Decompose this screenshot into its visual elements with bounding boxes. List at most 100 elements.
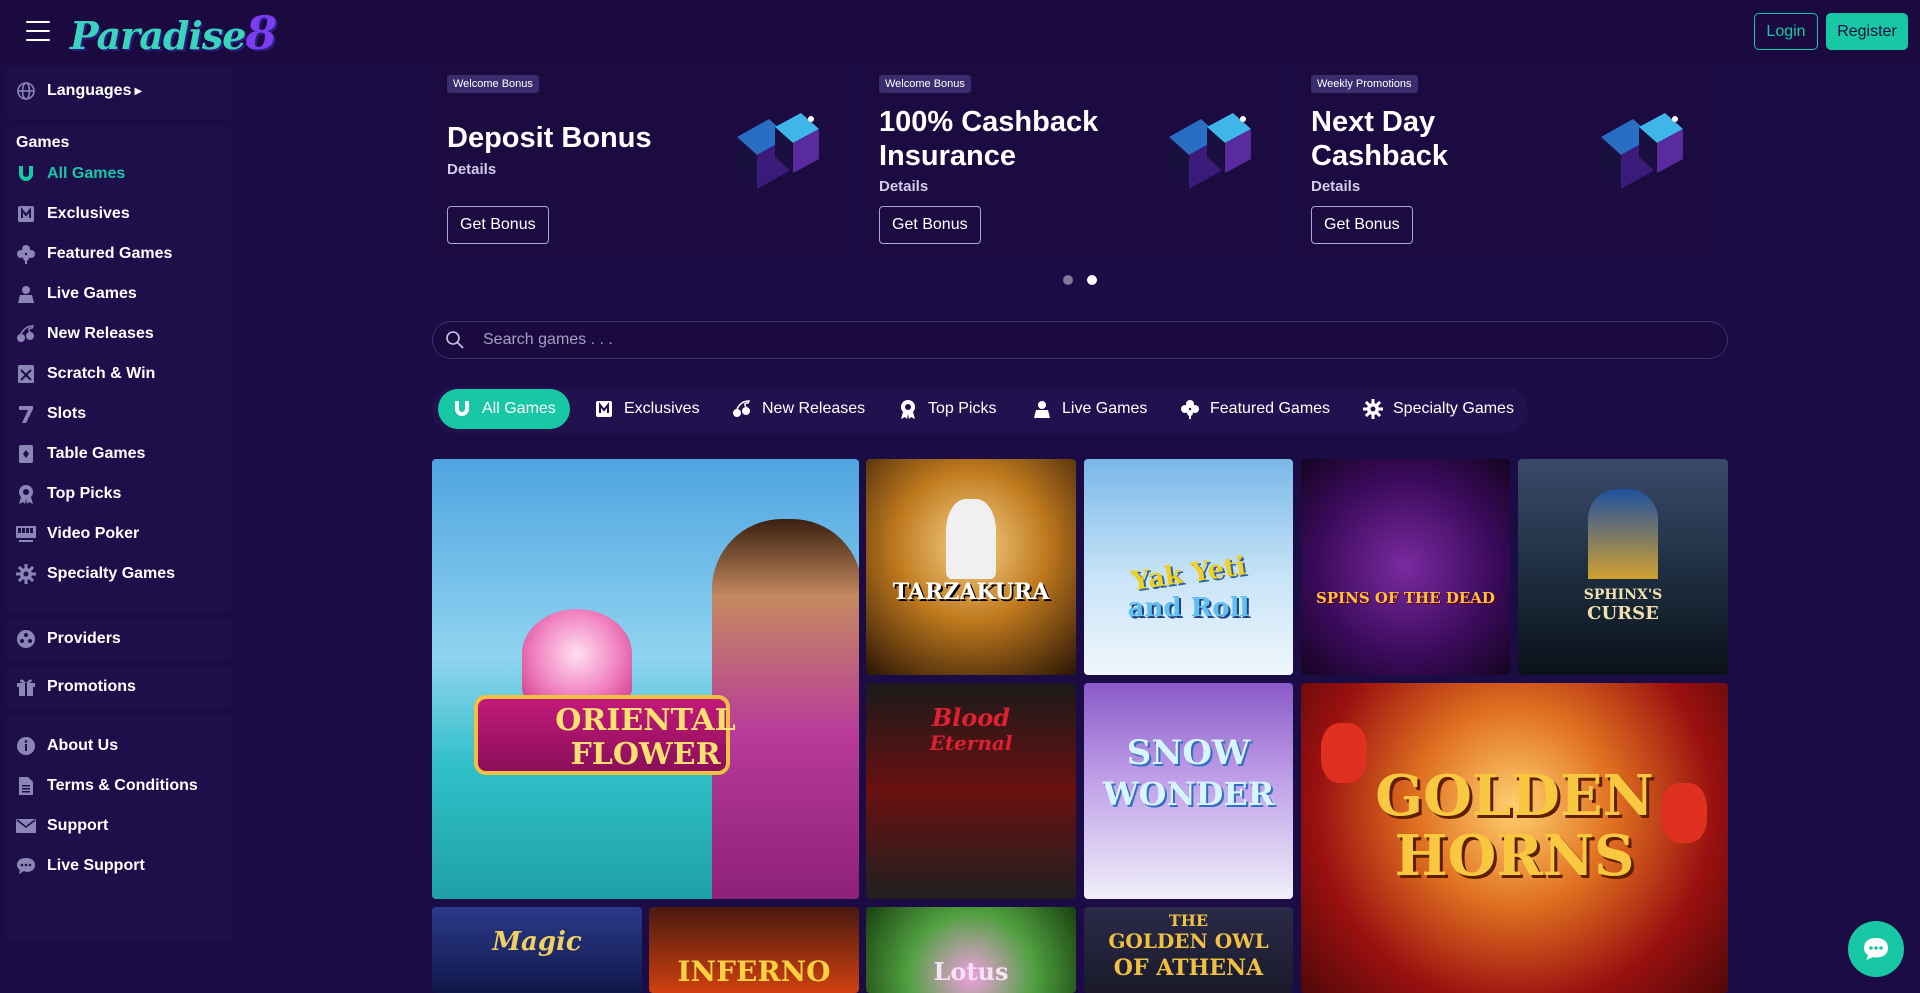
sidebar-item-exclusives[interactable]: Exclusives [16,202,130,226]
tab-specialty-games[interactable]: Specialty Games [1363,389,1514,429]
sidebar-item-new-releases[interactable]: New Releases [16,322,154,346]
game-title: SPINS OF THE DEAD [1316,589,1495,607]
promo-card-next-day-cashback: Weekly Promotions Next Day Cashback Deta… [1295,63,1719,259]
exclusive-badge-icon [16,204,36,224]
game-title: ORIENTAL [555,703,736,738]
dice-icon [1601,113,1683,189]
sidebar-item-about-us[interactable]: About Us [16,734,118,758]
seven-icon [16,404,36,424]
promo-title: 100% Cashback Insurance [879,106,1099,172]
cherries-icon [732,399,752,419]
game-tile-yak-yeti-roll[interactable]: Yak Yeti and Roll [1084,459,1293,675]
carousel-dot-1[interactable] [1063,275,1073,285]
languages-label: Languages [47,82,132,99]
tab-top-picks[interactable]: Top Picks [898,389,996,429]
game-title: GOLDEN [1375,763,1654,829]
chat-bubble-icon [1864,938,1888,960]
game-title: and Roll [1127,593,1250,623]
top-bar: Paradise8 Login Register [0,0,1920,63]
crane-figure [946,499,996,579]
game-tile-lotus[interactable]: Lotus [866,907,1076,993]
clover-icon [1180,399,1200,419]
sidebar-item-specialty-games[interactable]: Specialty Games [16,562,175,586]
sidebar-item-promotions[interactable]: Promotions [16,675,136,699]
game-tile-sphinxs-curse[interactable]: SPHINX'S CURSE [1518,459,1728,675]
sidebar-item-terms[interactable]: Terms & Conditions [16,774,198,798]
sidebar-item-label: New Releases [47,325,154,342]
promo-title: Deposit Bonus [447,122,652,154]
search-input[interactable] [483,331,1683,349]
info-icon [16,736,36,756]
promo-card-deposit-bonus: Welcome Bonus Deposit Bonus Details Get … [431,63,855,259]
game-tile-blood-eternal[interactable]: Blood Eternal [866,683,1076,899]
sidebar-item-label: Promotions [47,678,136,695]
promo-details-link[interactable]: Details [447,161,496,178]
languages-item[interactable]: Languages ▶ [16,79,142,103]
tab-all-games[interactable]: All Games [438,389,570,429]
game-title: GOLDEN OWL [1108,929,1269,953]
tab-exclusives[interactable]: Exclusives [594,389,700,429]
game-tile-snow-wonder[interactable]: SNOW WONDER [1084,683,1293,899]
tab-live-games[interactable]: Live Games [1032,389,1147,429]
game-title: TARZAKURA [892,579,1050,605]
globe-icon [16,81,36,101]
sidebar-item-top-picks[interactable]: Top Picks [16,482,121,506]
tab-label: Top Picks [928,400,997,417]
playing-card-icon [16,444,36,464]
promo-badge: Welcome Bonus [447,75,539,93]
game-tile-golden-horns[interactable]: GOLDEN HORNS [1301,683,1728,993]
register-button[interactable]: Register [1826,13,1908,50]
hamburger-menu-icon[interactable] [26,21,50,41]
paradise8-logo[interactable]: Paradise8 [70,6,277,60]
live-chat-button[interactable] [1848,921,1904,977]
sidebar-item-table-games[interactable]: Table Games [16,442,145,466]
dice-icon [1169,113,1251,189]
tab-new-releases[interactable]: New Releases [732,389,865,429]
sidebar-item-label: Providers [47,630,121,647]
search-icon [445,330,465,350]
tab-label: Live Games [1062,400,1148,417]
gear-icon [1363,399,1383,419]
game-tile-magic[interactable]: Magic [432,907,642,993]
providers-icon [16,629,36,649]
sidebar: Languages ▶ Games All Games Exclusives F… [0,63,238,993]
caret-right-icon: ▶ [134,85,143,97]
sidebar-item-support[interactable]: Support [16,814,108,838]
sidebar-item-featured-games[interactable]: Featured Games [16,242,172,266]
sidebar-item-label: Slots [47,405,87,422]
game-title: SPHINX'S [1583,587,1663,603]
exclusive-badge-icon [594,399,614,419]
sidebar-item-label: Terms & Conditions [47,777,198,794]
carousel-dot-2[interactable] [1087,275,1097,285]
game-tile-spins-of-the-dead[interactable]: SPINS OF THE DEAD [1301,459,1510,675]
promo-details-link[interactable]: Details [879,178,928,195]
sidebar-item-video-poker[interactable]: Video Poker [16,522,139,546]
chat-bubble-icon [16,856,36,876]
sidebar-item-label: About Us [47,737,119,754]
horseshoe-icon [452,399,472,419]
get-bonus-button[interactable]: Get Bonus [879,206,981,244]
game-tile-oriental-flower[interactable]: ORIENTAL FLOWER [432,459,859,899]
game-title: Blood [931,703,1011,732]
search-bar [432,321,1728,359]
gear-icon [16,564,36,584]
promo-details-link[interactable]: Details [1311,178,1360,195]
game-title: SNOW [1126,733,1251,773]
tab-featured-games[interactable]: Featured Games [1180,389,1330,429]
sidebar-item-live-games[interactable]: Live Games [16,282,137,306]
game-tile-tarzakura[interactable]: TARZAKURA [866,459,1076,675]
sidebar-item-providers[interactable]: Providers [16,627,121,651]
game-title: INFERNO [677,955,831,988]
get-bonus-button[interactable]: Get Bonus [447,206,549,244]
sidebar-item-all-games[interactable]: All Games [16,162,125,186]
sidebar-item-scratch-win[interactable]: Scratch & Win [16,362,155,386]
sidebar-item-label: Support [47,817,109,834]
tab-label: Exclusives [624,400,700,417]
game-tile-golden-owl[interactable]: THE GOLDEN OWL OF ATHENA [1084,907,1293,993]
sidebar-item-slots[interactable]: Slots [16,402,86,426]
get-bonus-button[interactable]: Get Bonus [1311,206,1413,244]
sidebar-item-live-support[interactable]: Live Support [16,854,145,878]
login-button[interactable]: Login [1754,13,1818,50]
tab-label: Specialty Games [1393,400,1514,417]
game-tile-inferno[interactable]: INFERNO [649,907,859,993]
